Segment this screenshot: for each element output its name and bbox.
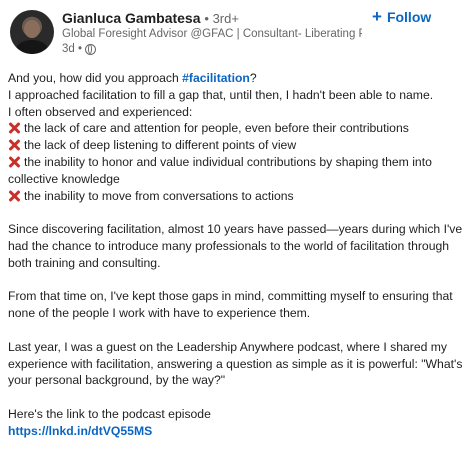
connection-degree: • 3rd+: [204, 11, 239, 26]
cross-mark-icon: [8, 139, 20, 151]
cross-mark-icon: [8, 122, 20, 134]
paragraph-2: Since discovering facilitation, almost 1…: [8, 222, 463, 270]
paragraph-5: Here's the link to the podcast episode: [8, 406, 211, 421]
intro-suffix: ?: [249, 71, 257, 85]
plus-icon: +: [372, 7, 382, 26]
bullet-text: the lack of deep listening to different …: [24, 138, 297, 153]
avatar[interactable]: [10, 10, 54, 54]
line-3: I often observed and experienced:: [8, 104, 193, 119]
avatar-face: [24, 20, 40, 38]
bullet-item: the inability to honor and value individ…: [8, 154, 470, 188]
intro-prefix: And you, how did you approach: [8, 71, 183, 85]
bullet-item: the lack of care and attention for peopl…: [8, 120, 470, 137]
cross-mark-icon: [8, 156, 20, 168]
author-headline: Global Foresight Advisor @GFAC | Consult…: [62, 28, 362, 40]
post-time: 3d •: [62, 43, 83, 55]
paragraph-3: From that time on, I've kept those gaps …: [8, 289, 453, 321]
link-line: https://lnkd.in/dtVQ55MS: [8, 423, 470, 440]
paragraph-4: Last year, I was a guest on the Leadersh…: [8, 339, 463, 388]
bullet-item: the inability to move from conversations…: [8, 188, 470, 205]
bullet-item: the lack of deep listening to different …: [8, 137, 470, 154]
post-meta: 3d •: [62, 43, 97, 55]
podcast-link[interactable]: https://lnkd.in/dtVQ55MS: [8, 424, 152, 438]
line-2: I approached facilitation to fill a gap …: [8, 87, 434, 102]
globe-icon: [85, 43, 97, 55]
bullet-text: the inability to move from conversations…: [24, 188, 294, 203]
intro-line: And you, how did you approach #facilitat…: [8, 70, 470, 87]
bullet-text: the inability to honor and value individ…: [8, 154, 432, 186]
author-name[interactable]: Gianluca Gambatesa • 3rd+: [62, 10, 239, 26]
avatar-shoulders: [16, 40, 48, 54]
author-name-text[interactable]: Gianluca Gambatesa: [62, 10, 201, 26]
follow-button[interactable]: + Follow: [368, 6, 435, 27]
hashtag-link[interactable]: #facilitation: [182, 71, 250, 85]
bullet-text: the lack of care and attention for peopl…: [24, 121, 409, 136]
follow-label: Follow: [386, 8, 432, 25]
post-card: Gianluca Gambatesa • 3rd+ Global Foresig…: [0, 0, 474, 470]
cross-mark-icon: [8, 190, 20, 202]
post-body: And you, how did you approach #facilitat…: [8, 70, 470, 440]
